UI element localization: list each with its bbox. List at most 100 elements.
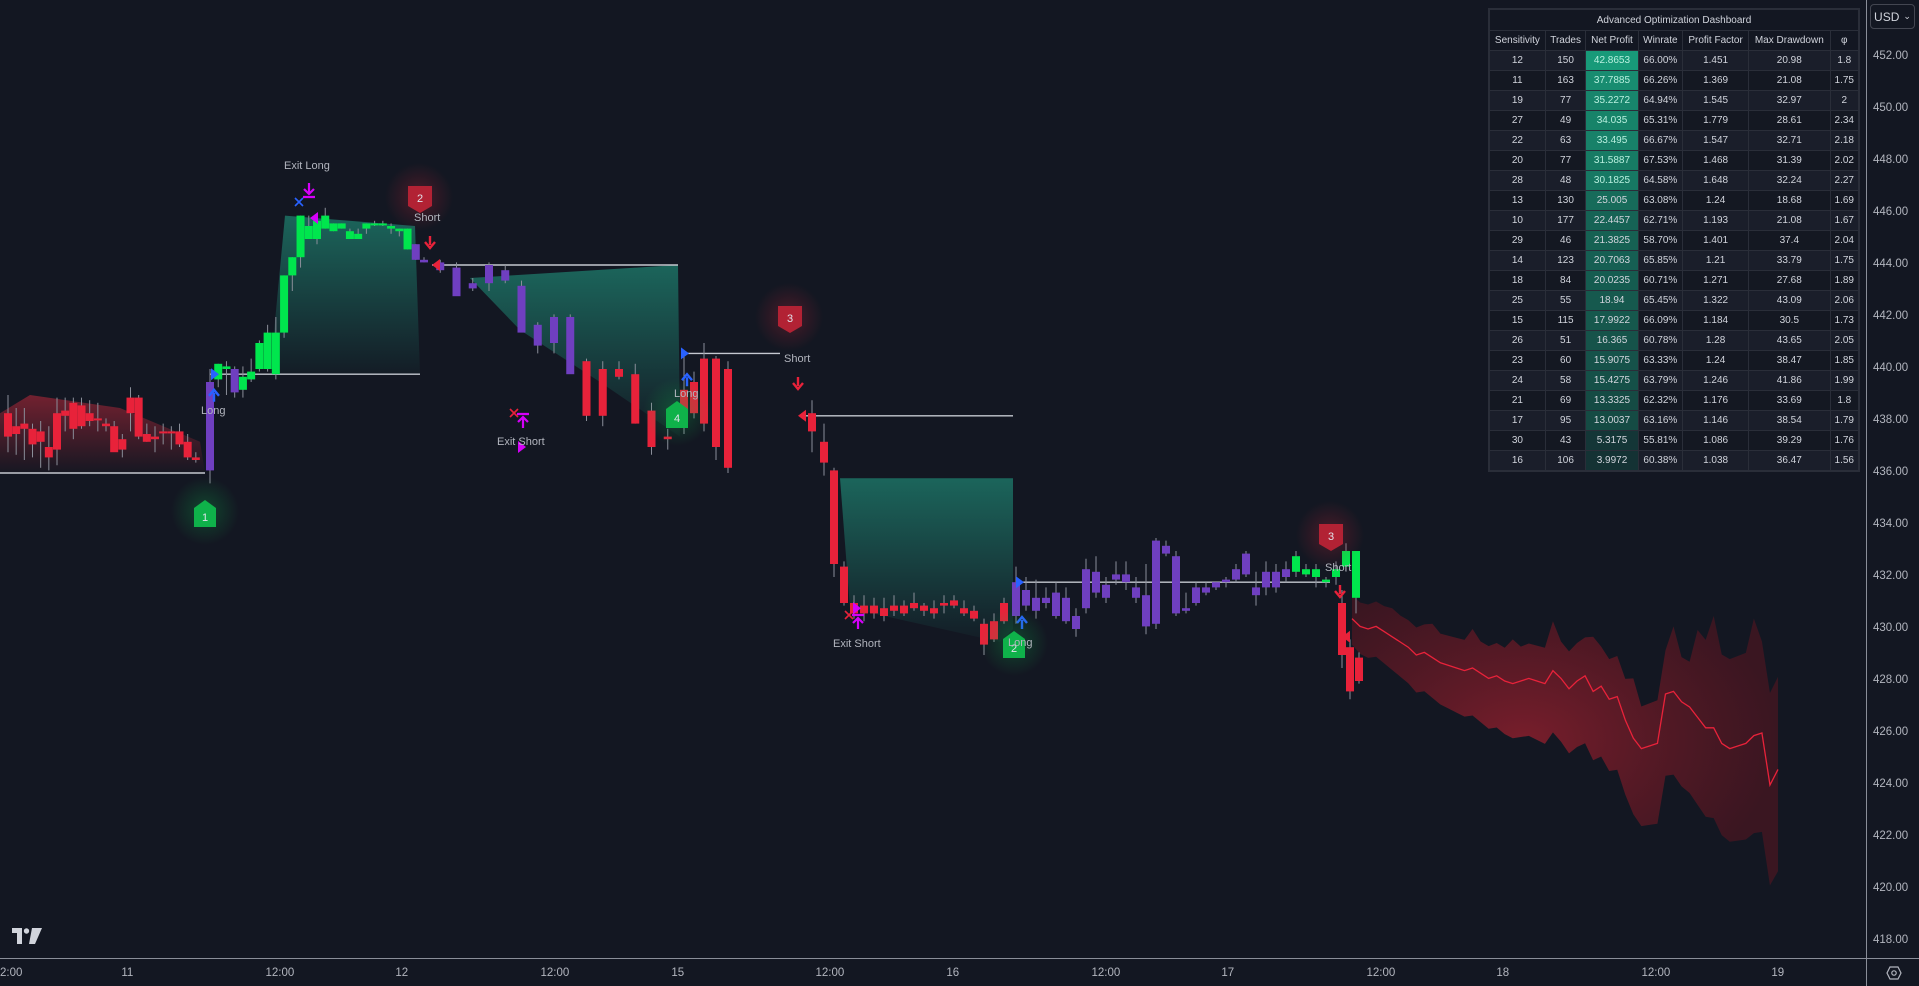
dashboard-cell-profit-factor: 1.176 — [1682, 390, 1750, 411]
price-tick-label: 448.00 — [1873, 154, 1909, 166]
candles-layer — [4, 207, 1363, 700]
dashboard-cell-profit-factor: 1.369 — [1682, 70, 1750, 91]
candle-body — [1102, 584, 1110, 598]
time-axis[interactable]: 2:00 11 12:00 12 12:00 15 12:00 16 12:00 17 12:00 1… — [0, 958, 1866, 986]
candle-body — [296, 215, 305, 258]
candle-body — [970, 610, 978, 619]
candle-body — [20, 423, 29, 429]
time-tick-label: 19 — [1771, 967, 1785, 979]
candle-body — [950, 600, 958, 606]
dashboard-cell-trades: 43 — [1544, 430, 1587, 451]
candle-body — [566, 317, 575, 375]
candle-body — [550, 317, 558, 343]
teal-zone-fill — [270, 215, 420, 375]
dashboard-cell-winrate: 60.38% — [1637, 450, 1684, 471]
dashboard-cell-phi: 1.76 — [1829, 430, 1860, 451]
dashboard-row: 13 130 25.005 63.08% 1.24 18.68 1.69 — [1489, 190, 1860, 211]
candle-body — [1312, 569, 1320, 577]
dashboard-cell-sensitivity: 28 — [1489, 170, 1546, 191]
dashboard-cell-sensitivity: 20 — [1489, 150, 1546, 171]
candle-body — [1292, 556, 1300, 572]
dashboard-cell-phi: 2.04 — [1829, 230, 1860, 251]
candle-body — [238, 376, 247, 390]
candle-body — [151, 436, 159, 440]
candle-body — [183, 441, 192, 458]
dashboard-cell-profit-factor: 1.146 — [1682, 410, 1750, 431]
candle-body — [362, 223, 371, 229]
candle-body — [1232, 569, 1240, 580]
down-arrow-icon — [1334, 585, 1346, 599]
candle-body — [582, 361, 591, 416]
dashboard-row: 29 46 21.3825 58.70% 1.401 37.4 2.04 — [1489, 230, 1860, 251]
dashboard-cell-net-profit: 21.3825 — [1585, 230, 1639, 251]
candle-body — [345, 231, 354, 239]
candle-body — [1172, 556, 1180, 614]
dashboard-cell-trades: 123 — [1544, 250, 1587, 271]
candle-body — [1322, 579, 1330, 583]
candle-body — [85, 413, 94, 421]
dashboard-cell-trades: 58 — [1544, 370, 1587, 391]
dashboard-cell-sensitivity: 30 — [1489, 430, 1546, 451]
dashboard-cell-phi: 1.75 — [1829, 70, 1860, 91]
dashboard-table: Advanced Optimization Dashboard Sensitiv… — [1489, 9, 1860, 471]
dashboard-cell-profit-factor: 1.648 — [1682, 170, 1750, 191]
candle-body — [420, 259, 428, 263]
dashboard-cell-net-profit: 3.9972 — [1585, 450, 1639, 471]
dashboard-cell-winrate: 62.71% — [1637, 210, 1684, 231]
dashboard-cell-phi: 1.89 — [1829, 270, 1860, 291]
dashboard-cell-trades: 46 — [1544, 230, 1587, 251]
tradingview-logo[interactable] — [12, 928, 42, 949]
price-tick-label: 440.00 — [1873, 362, 1909, 374]
candle-body — [1252, 587, 1260, 596]
candle-body — [1262, 571, 1270, 588]
candle-body — [1122, 574, 1130, 583]
dashboard-cell-winrate: 64.94% — [1637, 90, 1684, 111]
candle-body — [53, 413, 61, 450]
price-tick-label: 422.00 — [1873, 830, 1909, 842]
dashboard-column-header: Net Profit — [1585, 30, 1639, 51]
entry-triangle-icon — [432, 259, 440, 271]
dashboard-cell-profit-factor: 1.24 — [1682, 350, 1750, 371]
chart-settings-button[interactable] — [1866, 958, 1919, 986]
candle-body — [142, 434, 151, 442]
dashboard-cell-profit-factor: 1.271 — [1682, 270, 1750, 291]
entry-triangle-icon — [681, 347, 689, 360]
dashboard-title: Advanced Optimization Dashboard — [1489, 9, 1859, 31]
signal-label: Long — [674, 388, 699, 400]
signal-label: Long — [1008, 637, 1033, 649]
dashboard-cell-net-profit: 13.3325 — [1585, 390, 1639, 411]
candle-body — [940, 603, 948, 606]
price-tick-label: 418.00 — [1873, 934, 1909, 946]
candle-body — [126, 397, 135, 414]
dashboard-cell-profit-factor: 1.086 — [1682, 430, 1750, 451]
dashboard-cell-sensitivity: 19 — [1489, 90, 1546, 111]
dashboard-cell-phi: 1.56 — [1829, 450, 1860, 471]
candle-body — [501, 270, 510, 281]
dashboard-cell-profit-factor: 1.24 — [1682, 190, 1750, 211]
dashboard-cell-net-profit: 18.94 — [1585, 290, 1639, 311]
dashboard-cell-net-profit: 17.9922 — [1585, 310, 1639, 331]
dashboard-cell-winrate: 63.08% — [1637, 190, 1684, 211]
dashboard-cell-trades: 60 — [1544, 350, 1587, 371]
dashboard-row: 20 77 31.5887 67.53% 1.468 31.39 2.02 — [1489, 150, 1860, 171]
dashboard-cell-phi: 2.27 — [1829, 170, 1860, 191]
dashboard-cell-trades: 77 — [1544, 150, 1587, 171]
candle-body — [1338, 603, 1346, 655]
dashboard-cell-winrate: 65.85% — [1637, 250, 1684, 271]
time-tick-label: 12:00 — [815, 967, 845, 979]
dashboard-row: 24 58 15.4275 63.79% 1.246 41.86 1.99 — [1489, 370, 1860, 391]
candle-body — [598, 369, 607, 416]
currency-button[interactable]: USD ⌄ — [1870, 4, 1915, 29]
candle-body — [378, 223, 387, 226]
dashboard-cell-phi: 1.8 — [1829, 390, 1860, 411]
candle-body — [615, 369, 623, 377]
candle-body — [880, 608, 888, 616]
time-tick-label: 12:00 — [1091, 967, 1121, 979]
dashboard-cell-phi: 1.69 — [1829, 190, 1860, 211]
signal-label: Short — [1325, 562, 1352, 574]
candle-body — [321, 215, 330, 229]
dashboard-cell-sensitivity: 16 — [1489, 450, 1546, 471]
price-axis[interactable]: 452.00 450.00 448.00 446.00 444.00 442.00 440.… — [1866, 0, 1919, 958]
price-tick-label: 450.00 — [1873, 102, 1909, 114]
dashboard-cell-phi: 1.79 — [1829, 410, 1860, 431]
